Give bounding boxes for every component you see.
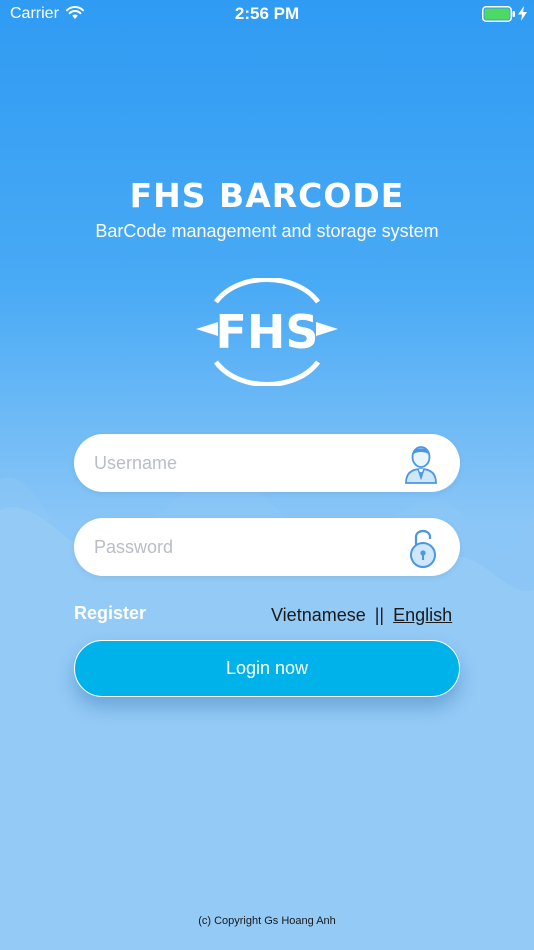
login-button[interactable]: Login now [74,640,460,697]
language-switcher: Vietnamese || English [271,605,452,626]
fhs-logo: FHS [196,277,338,391]
battery-icon [482,6,516,27]
username-input[interactable] [94,434,394,492]
unlocked-padlock-icon [408,526,438,573]
user-avatar-icon [404,442,438,489]
language-separator: || [374,605,385,625]
language-vietnamese-link[interactable]: Vietnamese [271,605,366,625]
app-title: FHS BARCODE [129,176,405,215]
status-time: 2:56 PM [234,4,300,23]
charging-bolt-icon [518,6,527,26]
language-english-link[interactable]: English [393,605,452,625]
app-subtitle: BarCode management and storage system [95,221,439,241]
password-input[interactable] [94,518,394,576]
password-field[interactable] [74,518,460,576]
register-link[interactable]: Register [74,603,146,624]
copyright-text: (c) Copyright Gs Hoang Anh [198,915,336,927]
logo-text: FHS [215,305,318,359]
status-bar: Carrier 2:56 PM [0,0,534,28]
username-field[interactable] [74,434,460,492]
